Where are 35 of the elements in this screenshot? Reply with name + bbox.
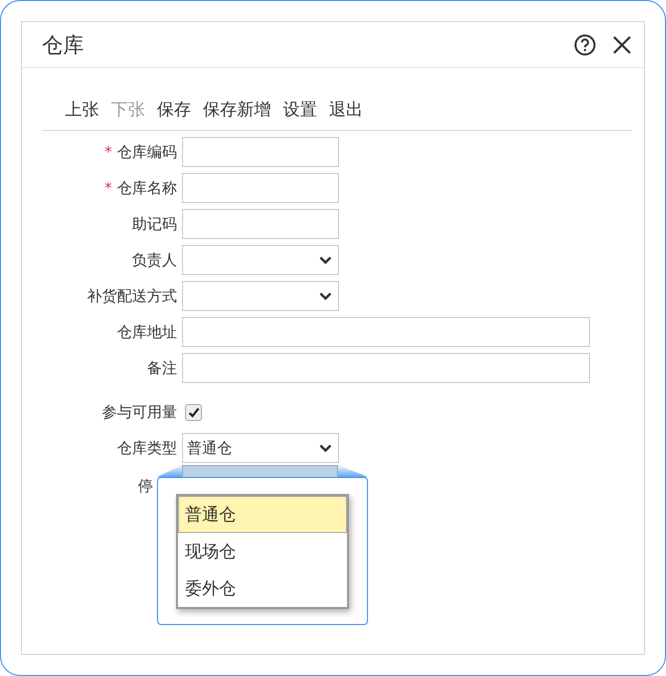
checkbox[interactable] [185, 404, 202, 420]
chevron-down-icon [319, 256, 332, 264]
field-label: 负责人 [131, 250, 177, 270]
field-label: 仓库地址 [116, 322, 177, 342]
dropdown-field[interactable] [182, 281, 339, 311]
field-label: 备注 [146, 358, 177, 378]
toolbar-button[interactable]: 设置 [283, 98, 317, 121]
window-title: 仓库 [42, 32, 85, 58]
input-field[interactable] [182, 209, 339, 239]
toolbar-button[interactable]: 退出 [329, 98, 363, 121]
dropdown-option[interactable]: 普通仓 [178, 496, 347, 533]
close-icon[interactable] [612, 34, 632, 54]
field-label: 助记码 [131, 214, 177, 234]
chevron-down-icon [319, 444, 332, 452]
dropdown-field[interactable]: 普通仓 [182, 433, 339, 463]
required-mark: * [104, 142, 112, 160]
input-field[interactable] [182, 137, 339, 167]
field-label: 仓库类型 [116, 438, 177, 458]
dropdown-field[interactable] [182, 245, 339, 275]
chevron-down-icon [319, 292, 332, 300]
field-label: 补货配送方式 [86, 286, 177, 306]
help-icon[interactable] [574, 34, 596, 56]
toolbar-button[interactable]: 保存 [157, 98, 191, 121]
toolbar-button[interactable]: 上张 [65, 98, 99, 121]
required-mark: * [104, 178, 112, 196]
field-label: 仓库名称 [117, 178, 177, 196]
field-label: 仓库编码 [117, 142, 177, 160]
field-label: 停 [137, 476, 154, 496]
toolbar-button[interactable]: 保存新增 [203, 98, 271, 121]
field-label: 参与可用量 [101, 402, 177, 422]
dropdown-option[interactable]: 委外仓 [178, 570, 347, 607]
input-field[interactable] [182, 317, 590, 347]
input-field[interactable] [182, 353, 590, 383]
dropdown-option[interactable]: 现场仓 [178, 533, 347, 570]
input-field[interactable] [182, 173, 339, 203]
